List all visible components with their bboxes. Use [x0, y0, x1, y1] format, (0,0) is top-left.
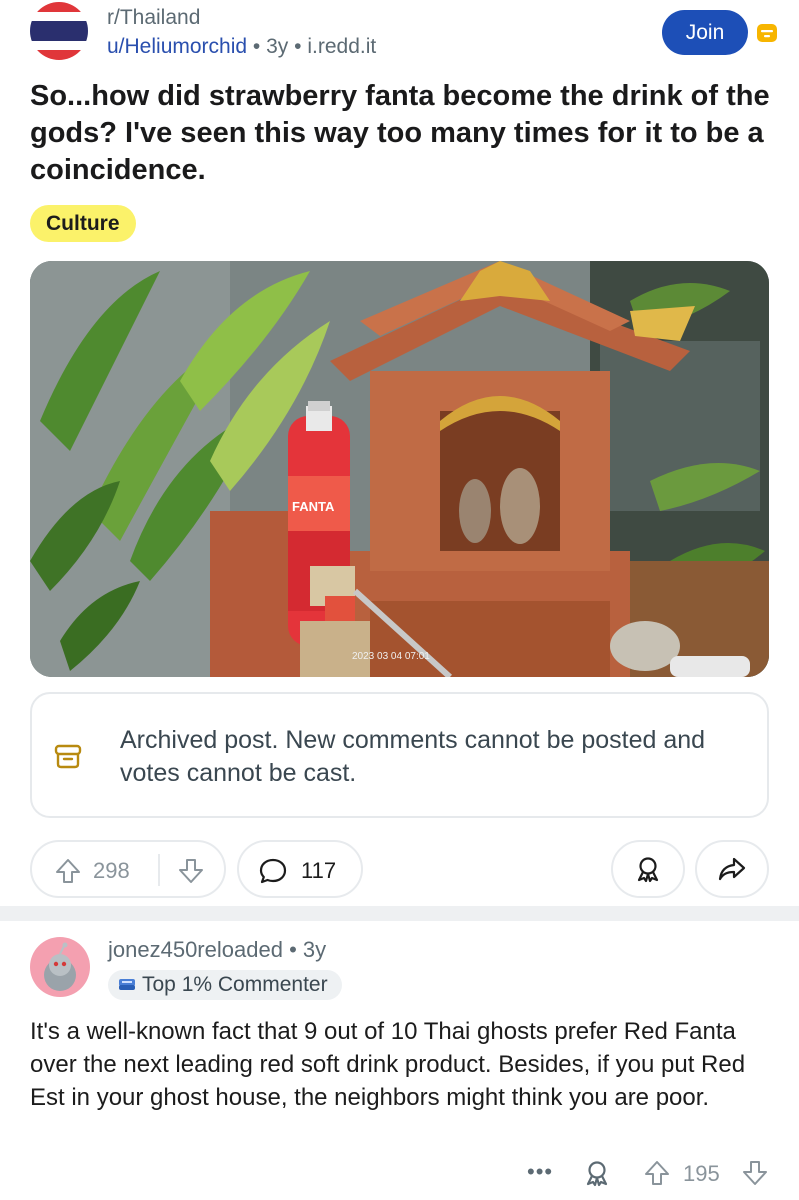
post-image[interactable]: FANTA 2023 03 04 07:01 [30, 261, 769, 677]
post-domain[interactable]: i.redd.it [307, 35, 376, 58]
medal-icon [119, 979, 135, 990]
snoo-avatar-icon[interactable] [30, 937, 90, 997]
commenter-badge[interactable]: Top 1% Commenter [108, 970, 342, 1000]
photo-timestamp: 2023 03 04 07:01 [352, 651, 430, 662]
commenter-badge-label: Top 1% Commenter [142, 973, 328, 996]
more-options-icon[interactable]: ••• [527, 1159, 553, 1185]
section-divider [0, 906, 799, 921]
vote-divider [158, 854, 160, 886]
meta-separator: • [294, 35, 302, 58]
comment-body: It's a well-known fact that 9 out of 10 … [30, 1018, 746, 1111]
archived-notice: Archived post. New comments cannot be po… [30, 692, 769, 818]
post-header: r/Thailand u/Heliumorchid • 3y • i.redd.… [0, 0, 799, 72]
post-author[interactable]: u/Heliumorchid [107, 35, 247, 58]
post-title[interactable]: So...how did strawberry fanta become the… [30, 78, 780, 189]
comment-count: 117 [301, 858, 337, 883]
join-button[interactable]: Join [662, 10, 748, 55]
archive-box-icon [757, 24, 777, 42]
comment-meta: jonez450reloaded • 3y [108, 937, 326, 963]
post-score: 298 [93, 858, 130, 883]
arrow-down-outline-icon[interactable] [177, 857, 205, 885]
comment-actions: ••• 195 [0, 1155, 799, 1195]
arrow-down-outline-icon[interactable] [741, 1159, 769, 1187]
comments-button[interactable]: 117 [237, 840, 363, 898]
meta-separator: • [252, 35, 261, 58]
arrow-up-outline-icon[interactable] [54, 857, 82, 885]
bottle-label: FANTA [292, 499, 335, 514]
award-ribbon-icon[interactable] [583, 1159, 611, 1187]
post-meta: u/Heliumorchid • 3y • i.redd.it [107, 35, 376, 59]
share-button[interactable] [695, 840, 769, 898]
award-button[interactable] [611, 840, 685, 898]
vote-control: 298 [30, 840, 226, 898]
award-ribbon-icon [637, 857, 659, 883]
share-arrow-icon [718, 857, 746, 881]
spirit-house-photo: FANTA 2023 03 04 07:01 [30, 261, 769, 677]
arrow-up-outline-icon[interactable] [643, 1159, 671, 1187]
post-flair[interactable]: Culture [30, 205, 136, 242]
thailand-flag-icon[interactable] [30, 2, 88, 60]
archived-notice-text: Archived post. New comments cannot be po… [120, 726, 706, 787]
post-actions: 298 117 [0, 840, 799, 900]
comment-score: 195 [683, 1161, 720, 1186]
comment-age: 3y [302, 937, 327, 962]
archive-box-icon [54, 744, 82, 769]
post-age: 3y [266, 35, 289, 58]
comment-author[interactable]: jonez450reloaded [108, 937, 283, 962]
meta-separator: • [289, 937, 297, 962]
subreddit-name[interactable]: r/Thailand [107, 6, 200, 30]
speech-bubble-icon [259, 858, 287, 884]
